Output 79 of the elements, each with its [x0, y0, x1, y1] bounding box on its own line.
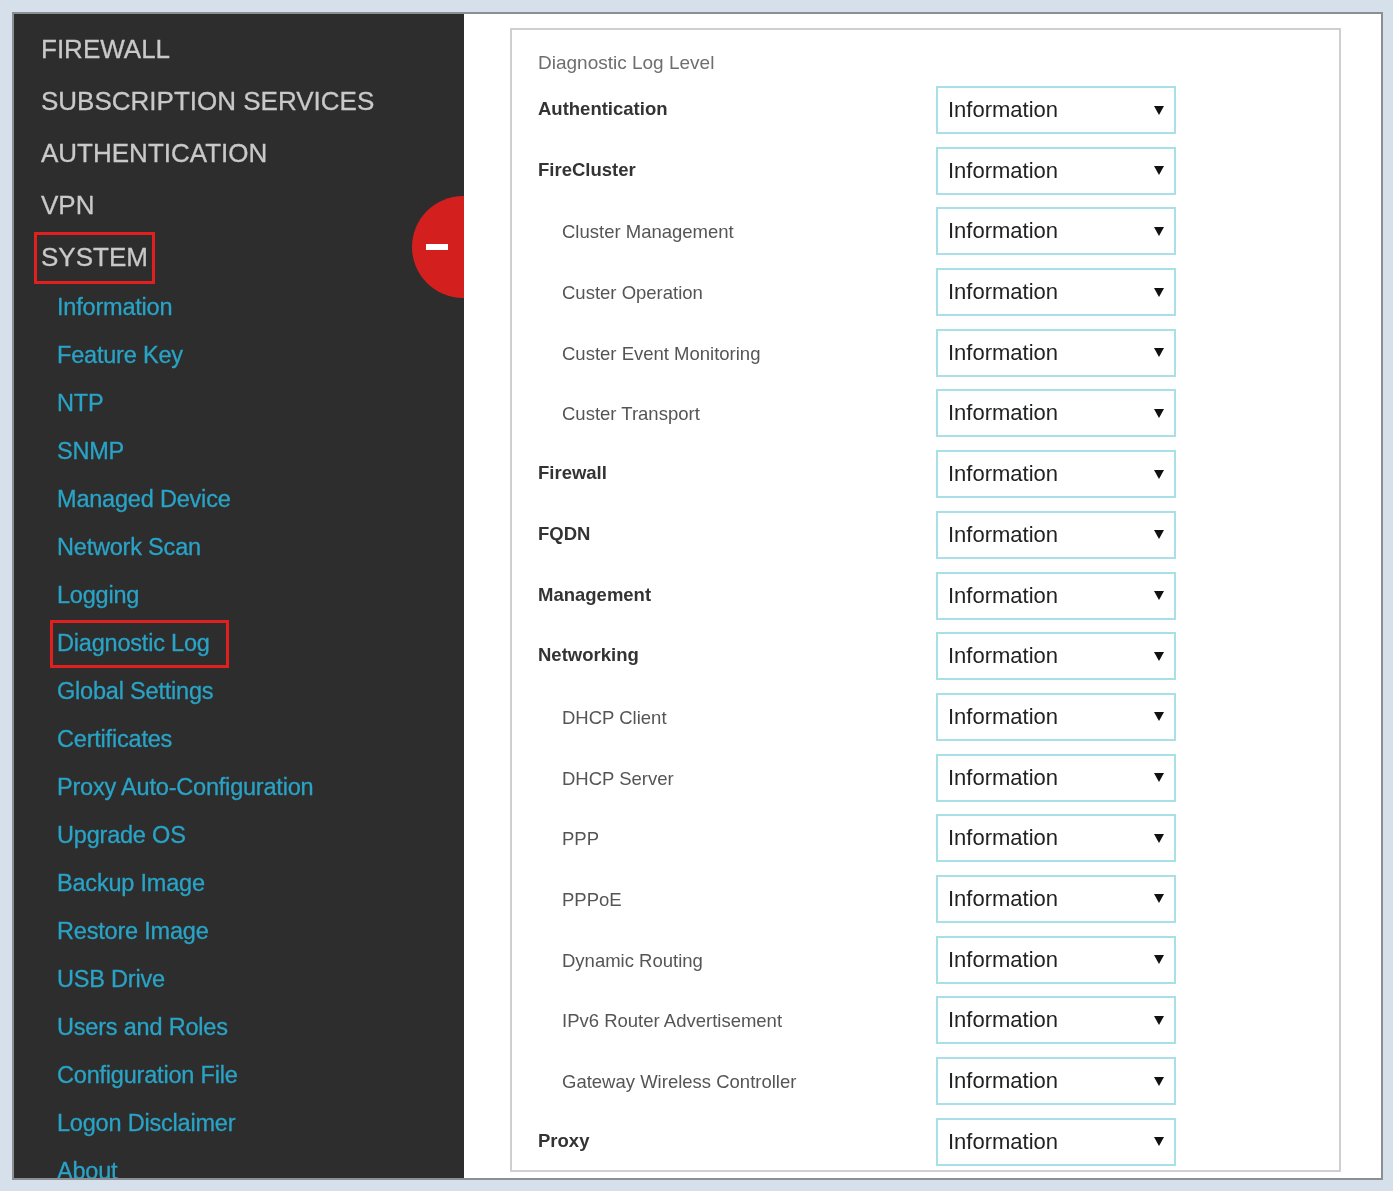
nav-item[interactable]: Feature Key: [50, 332, 202, 380]
caret-icon: [1154, 226, 1164, 236]
caret-icon: [1154, 287, 1164, 297]
level-dropdown[interactable]: Information: [936, 935, 1176, 984]
level-dropdown[interactable]: Information: [936, 389, 1176, 438]
level-dropdown[interactable]: Information: [936, 207, 1176, 256]
caret-icon: [1154, 105, 1164, 115]
level-dropdown[interactable]: Information: [936, 753, 1176, 802]
level-dropdown[interactable]: Information: [936, 146, 1176, 195]
nav-item[interactable]: Network Scan: [50, 524, 220, 572]
setting-label: FQDN: [538, 521, 592, 545]
nav-section[interactable]: FIREWALL: [34, 24, 178, 76]
setting-label: IPv6 Router Advertisement: [562, 1009, 784, 1033]
caret-icon: [1154, 1076, 1164, 1086]
caret-icon: [1154, 773, 1164, 783]
caret-icon: [1154, 712, 1164, 722]
caret-icon: [1154, 530, 1164, 540]
setting-label: Firewall: [538, 461, 608, 485]
level-dropdown[interactable]: Information: [936, 1117, 1176, 1166]
nav-item[interactable]: Users and Roles: [50, 1004, 247, 1052]
setting-label: DHCP Client: [562, 705, 668, 729]
caret-icon: [1154, 591, 1164, 600]
nav-section[interactable]: SYSTEM: [34, 232, 155, 284]
nav-section[interactable]: VPN: [34, 180, 102, 232]
setting-label: Dynamic Routing: [562, 948, 704, 972]
caret-icon: [1154, 1137, 1164, 1147]
caret-icon: [1154, 955, 1164, 965]
minus-icon: [426, 244, 448, 250]
level-dropdown[interactable]: Information: [936, 510, 1176, 559]
caret-icon: [1154, 408, 1164, 418]
nav-item[interactable]: Logon Disclaimer: [50, 1100, 255, 1148]
nav-item[interactable]: SNMP: [50, 428, 144, 476]
level-dropdown[interactable]: Information: [936, 268, 1176, 317]
nav-item[interactable]: Managed Device: [50, 476, 250, 524]
level-dropdown[interactable]: Information: [936, 571, 1176, 620]
caret-icon: [1154, 1015, 1164, 1025]
level-dropdown[interactable]: Information: [936, 1057, 1176, 1105]
setting-label: Gateway Wireless Controller: [562, 1070, 798, 1093]
setting-label: PPPoE: [562, 887, 623, 911]
setting-label: Authentication: [538, 97, 669, 120]
level-dropdown[interactable]: Information: [936, 86, 1176, 134]
nav-item[interactable]: Global Settings: [50, 668, 233, 716]
nav-item[interactable]: Backup Image: [50, 860, 224, 908]
setting-label: Networking: [538, 643, 640, 667]
caret-icon: [1154, 469, 1164, 479]
nav-item[interactable]: Information: [50, 284, 192, 332]
setting-label: Cluster Management: [562, 220, 735, 244]
panel-title: Diagnostic Log Level: [538, 52, 716, 75]
nav-section[interactable]: SUBSCRIPTION SERVICES: [34, 76, 382, 128]
setting-label: Proxy: [538, 1128, 591, 1152]
level-dropdown[interactable]: Information: [936, 874, 1176, 923]
nav-item[interactable]: Restore Image: [50, 908, 228, 956]
setting-label: Management: [538, 582, 653, 606]
setting-label: PPP: [562, 827, 601, 851]
nav-item[interactable]: Logging: [50, 572, 159, 620]
setting-label: Custer Operation: [562, 281, 704, 305]
nav-item[interactable]: Configuration File: [50, 1052, 257, 1100]
level-dropdown[interactable]: Information: [936, 450, 1176, 499]
caret-icon: [1154, 894, 1164, 904]
caret-icon: [1154, 651, 1164, 661]
level-dropdown[interactable]: Information: [936, 632, 1176, 681]
level-dropdown[interactable]: Information: [936, 814, 1176, 863]
nav-item[interactable]: Proxy Auto-Configuration: [50, 764, 333, 812]
setting-label: FireCluster: [538, 157, 637, 181]
setting-label: DHCP Server: [562, 766, 675, 790]
caret-icon: [1154, 833, 1164, 843]
level-dropdown[interactable]: Information: [936, 328, 1176, 377]
nav-item[interactable]: USB Drive: [50, 956, 184, 1004]
nav-item[interactable]: Upgrade OS: [50, 812, 205, 860]
nav-item[interactable]: Diagnostic Log: [50, 620, 229, 668]
caret-icon: [1154, 348, 1164, 358]
level-dropdown[interactable]: Information: [936, 996, 1176, 1045]
setting-label: Custer Event Monitoring: [562, 341, 762, 365]
caret-icon: [1154, 166, 1164, 176]
nav-section[interactable]: AUTHENTICATION: [34, 128, 275, 180]
nav-item[interactable]: NTP: [50, 380, 123, 428]
level-dropdown[interactable]: Information: [936, 692, 1176, 741]
setting-label: Custer Transport: [562, 402, 701, 426]
nav-item[interactable]: Certificates: [50, 716, 192, 764]
